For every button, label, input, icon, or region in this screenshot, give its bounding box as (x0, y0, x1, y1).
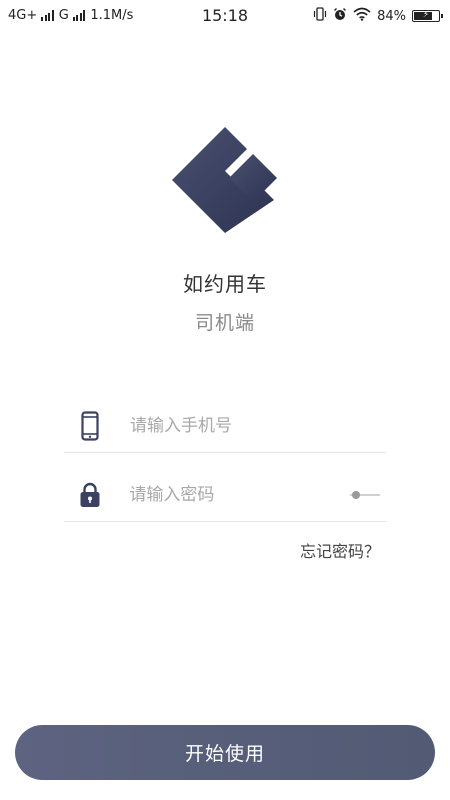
start-button[interactable]: 开始使用 (15, 725, 435, 780)
charging-icon: ⚡ (422, 10, 430, 20)
phone-input[interactable] (116, 406, 386, 446)
battery-icon: ⚡ (412, 10, 443, 22)
alarm-icon (333, 7, 347, 25)
app-name: 如约用车 (183, 272, 267, 296)
password-visibility-toggle[interactable] (348, 485, 382, 505)
vibrate-icon (313, 7, 327, 25)
lock-icon (64, 482, 115, 508)
phone-icon (64, 411, 116, 441)
password-input[interactable] (115, 475, 349, 515)
battery-percent: 84% (377, 8, 406, 24)
wifi-icon (353, 7, 371, 25)
phone-field (64, 400, 386, 453)
toggle-knob (352, 491, 361, 499)
app-subtitle: 司机端 (194, 312, 255, 334)
password-field (64, 469, 386, 522)
status-bar: 4G+ G 1.1M/s 15:18 84% ⚡ (0, 0, 450, 32)
status-right: 84% ⚡ (313, 7, 443, 25)
forgot-password-link[interactable]: 忘记密码？ (300, 538, 380, 562)
app-logo (172, 127, 277, 233)
